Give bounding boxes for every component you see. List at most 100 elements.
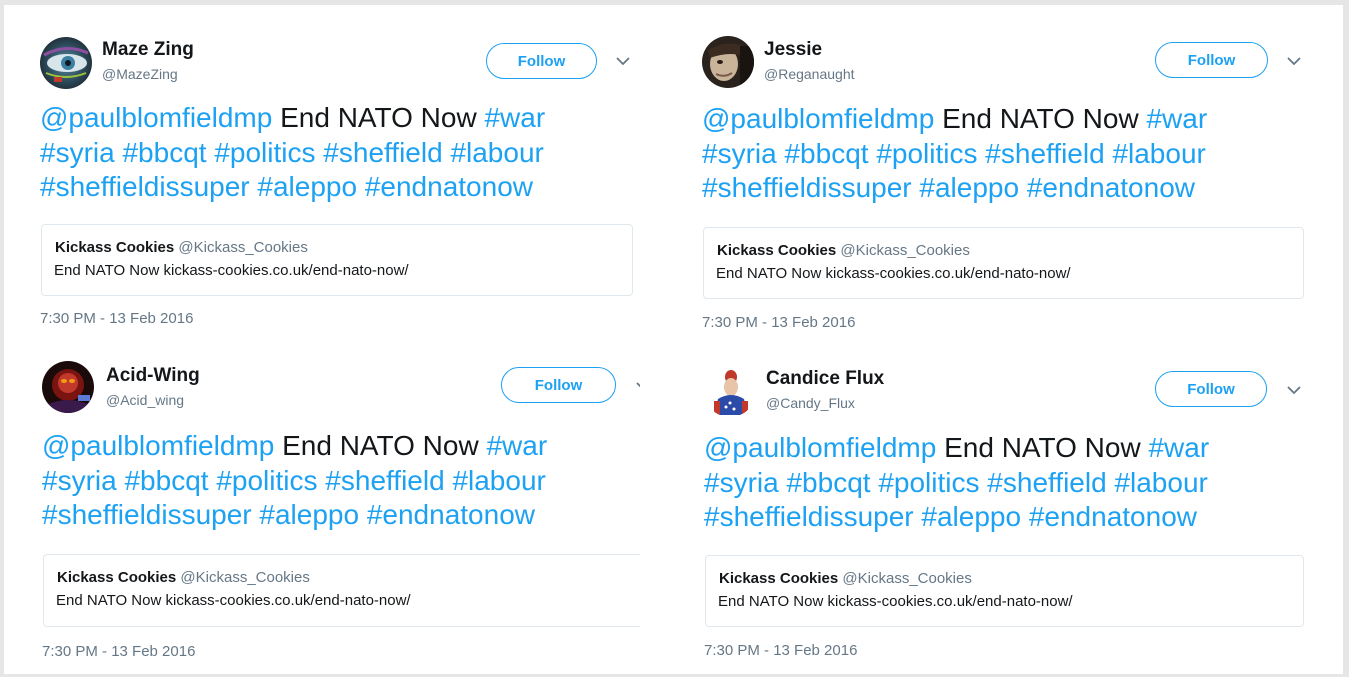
- tweet-text: @paulblomfieldmp End NATO Now #war #syri…: [40, 101, 545, 205]
- quote-text: End NATO Now kickass-cookies.co.uk/end-n…: [54, 262, 409, 279]
- hashtag-link[interactable]: #labour: [1112, 138, 1205, 169]
- handle[interactable]: @MazeZing: [102, 66, 178, 82]
- quote-text: End NATO Now kickass-cookies.co.uk/end-n…: [718, 593, 1073, 610]
- quote-handle: @Kickass_Cookies: [840, 242, 970, 259]
- hashtag-link[interactable]: #endnatonow: [365, 171, 533, 202]
- display-name[interactable]: Maze Zing: [102, 39, 194, 61]
- hashtag-link[interactable]: #syria: [42, 465, 117, 496]
- hashtag-link[interactable]: #sheffieldissuper: [702, 172, 912, 203]
- mention-link[interactable]: @paulblomfieldmp: [702, 103, 934, 134]
- quote-handle: @Kickass_Cookies: [842, 570, 972, 587]
- hashtag-link[interactable]: #politics: [216, 465, 317, 496]
- hashtag-link[interactable]: #sheffield: [987, 467, 1106, 498]
- chevron-down-icon[interactable]: [615, 56, 631, 66]
- quote-card[interactable]: Kickass Cookies @Kickass_Cookies End NAT…: [43, 554, 653, 627]
- quote-header: Kickass Cookies @Kickass_Cookies: [55, 239, 308, 256]
- hashtag-link[interactable]: #war: [484, 102, 545, 133]
- hashtag-link[interactable]: #endnatonow: [367, 499, 535, 530]
- avatar[interactable]: [702, 36, 754, 88]
- hashtag-link[interactable]: #labour: [452, 465, 545, 496]
- handle[interactable]: @Reganaught: [764, 66, 855, 82]
- hashtag-link[interactable]: #sheffieldissuper: [42, 499, 252, 530]
- tweet-text-line-3: #sheffieldissuper #aleppo #endnatonow: [40, 170, 545, 205]
- hashtag-link[interactable]: #syria: [702, 138, 777, 169]
- avatar[interactable]: [704, 365, 756, 417]
- tweet-text-line-2: #syria #bbcqt #politics #sheffield #labo…: [40, 136, 545, 171]
- quote-card[interactable]: Kickass Cookies @Kickass_Cookies End NAT…: [703, 227, 1304, 299]
- hashtag-link[interactable]: #war: [486, 430, 547, 461]
- display-name[interactable]: Acid-Wing: [106, 365, 200, 387]
- quote-name: Kickass Cookies: [57, 569, 177, 586]
- quote-card[interactable]: Kickass Cookies @Kickass_Cookies End NAT…: [705, 555, 1304, 627]
- hashtag-link[interactable]: #aleppo: [259, 499, 359, 530]
- quote-name: Kickass Cookies: [719, 570, 839, 587]
- hashtag-link[interactable]: #war: [1146, 103, 1207, 134]
- tweet-text-line-2: #syria #bbcqt #politics #sheffield #labo…: [704, 466, 1209, 501]
- hashtag-link[interactable]: #politics: [878, 467, 979, 498]
- timestamp[interactable]: 7:30 PM - 13 Feb 2016: [702, 314, 855, 331]
- hashtag-link[interactable]: #aleppo: [921, 501, 1021, 532]
- hashtag-link[interactable]: #war: [1148, 432, 1209, 463]
- handle[interactable]: @Candy_Flux: [766, 395, 855, 411]
- avatar[interactable]: [42, 361, 94, 413]
- mention-link[interactable]: @paulblomfieldmp: [40, 102, 272, 133]
- follow-button[interactable]: Follow: [1155, 42, 1268, 78]
- tweet-text: @paulblomfieldmp End NATO Now #war #syri…: [702, 102, 1207, 206]
- chevron-down-icon[interactable]: [1286, 385, 1302, 395]
- tweet-text-line-1: @paulblomfieldmp End NATO Now #war: [704, 432, 1210, 463]
- timestamp[interactable]: 7:30 PM - 13 Feb 2016: [704, 642, 857, 659]
- hashtag-link[interactable]: #politics: [876, 138, 977, 169]
- quote-text: End NATO Now kickass-cookies.co.uk/end-n…: [56, 592, 411, 609]
- display-name[interactable]: Jessie: [764, 39, 822, 61]
- handle[interactable]: @Acid_wing: [106, 392, 184, 408]
- tweet-text-line-3: #sheffieldissuper #aleppo #endnatonow: [702, 171, 1207, 206]
- hashtag-link[interactable]: #aleppo: [919, 172, 1019, 203]
- tweet-text-line-1: @paulblomfieldmp End NATO Now #war: [40, 101, 545, 136]
- tweet-card: Acid-Wing @Acid_wing Follow @paulblomfie…: [4, 343, 653, 674]
- hashtag-link[interactable]: #aleppo: [257, 171, 357, 202]
- quote-handle: @Kickass_Cookies: [178, 239, 308, 256]
- mention-link[interactable]: @paulblomfieldmp: [704, 432, 936, 463]
- tweet-text: @paulblomfieldmp End NATO Now #war #syri…: [42, 429, 547, 533]
- quote-header: Kickass Cookies @Kickass_Cookies: [717, 242, 970, 259]
- follow-button[interactable]: Follow: [501, 367, 616, 403]
- hashtag-link[interactable]: #bbcqt: [784, 138, 868, 169]
- tweet-card: Maze Zing @MazeZing Follow @paulblomfiel…: [4, 5, 640, 343]
- avatar[interactable]: [40, 37, 92, 89]
- tweet-text-line-2: #syria #bbcqt #politics #sheffield #labo…: [42, 464, 547, 499]
- quote-card[interactable]: Kickass Cookies @Kickass_Cookies End NAT…: [41, 224, 633, 296]
- tweet-card: Candice Flux @Candy_Flux Follow @paulblo…: [640, 343, 1343, 674]
- chevron-down-icon[interactable]: [1286, 56, 1302, 66]
- quote-name: Kickass Cookies: [717, 242, 837, 259]
- tweet-text-line-3: #sheffieldissuper #aleppo #endnatonow: [704, 500, 1209, 535]
- hashtag-link[interactable]: #sheffieldissuper: [40, 171, 250, 202]
- follow-button[interactable]: Follow: [486, 43, 597, 79]
- hashtag-link[interactable]: #syria: [40, 137, 115, 168]
- hashtag-link[interactable]: #sheffield: [325, 465, 444, 496]
- hashtag-link[interactable]: #labour: [1114, 467, 1207, 498]
- hashtag-link[interactable]: #endnatonow: [1029, 501, 1197, 532]
- hashtag-link[interactable]: #bbcqt: [786, 467, 870, 498]
- text-span: End NATO Now: [272, 102, 485, 133]
- timestamp[interactable]: 7:30 PM - 13 Feb 2016: [40, 310, 193, 327]
- hashtag-link[interactable]: #sheffield: [985, 138, 1104, 169]
- tweet-text: @paulblomfieldmp End NATO Now #war #syri…: [704, 431, 1209, 535]
- hashtag-link[interactable]: #sheffield: [323, 137, 442, 168]
- quote-handle: @Kickass_Cookies: [180, 569, 310, 586]
- hashtag-link[interactable]: #syria: [704, 467, 779, 498]
- tweet-text-line-1: @paulblomfieldmp End NATO Now #war: [42, 430, 548, 461]
- quote-name: Kickass Cookies: [55, 239, 175, 256]
- hashtag-link[interactable]: #politics: [214, 137, 315, 168]
- tweet-text-line-1: @paulblomfieldmp End NATO Now #war: [702, 103, 1208, 134]
- follow-button[interactable]: Follow: [1155, 371, 1267, 407]
- hashtag-link[interactable]: #bbcqt: [124, 465, 208, 496]
- hashtag-link[interactable]: #sheffieldissuper: [704, 501, 914, 532]
- hashtag-link[interactable]: #labour: [450, 137, 543, 168]
- tweet-card: Jessie @Reganaught Follow @paulblomfield…: [640, 5, 1343, 343]
- hashtag-link[interactable]: #endnatonow: [1027, 172, 1195, 203]
- timestamp[interactable]: 7:30 PM - 13 Feb 2016: [42, 643, 195, 660]
- quote-text: End NATO Now kickass-cookies.co.uk/end-n…: [716, 265, 1071, 282]
- hashtag-link[interactable]: #bbcqt: [122, 137, 206, 168]
- mention-link[interactable]: @paulblomfieldmp: [42, 430, 274, 461]
- display-name[interactable]: Candice Flux: [766, 368, 884, 390]
